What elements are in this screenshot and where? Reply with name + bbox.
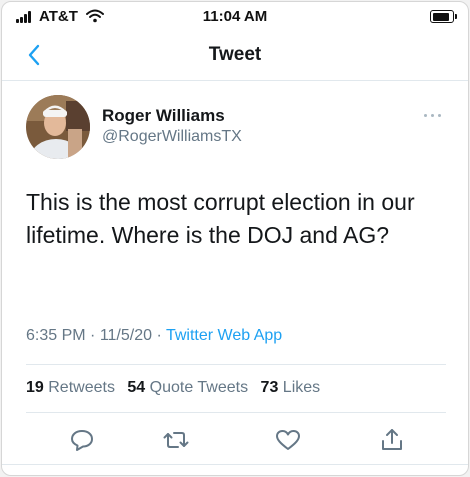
retweet-icon[interactable] [162,426,190,454]
quote-tweets-label[interactable]: Quote Tweets [150,379,248,396]
likes-label[interactable]: Likes [283,379,320,396]
share-icon[interactable] [378,426,406,454]
battery-icon [430,10,457,23]
phone-screen: AT&T 11:04 AM Tweet Roger Williams @Roge… [1,1,469,476]
tweet-date: 11/5/20 [99,327,153,344]
reply-icon[interactable] [68,426,96,454]
quote-tweets-count[interactable]: 54 [127,379,145,396]
retweets-label[interactable]: Retweets [48,379,115,396]
divider [26,364,446,365]
author-name[interactable]: Roger Williams [102,106,225,126]
status-bar: AT&T 11:04 AM [2,2,468,32]
status-time: 11:04 AM [202,8,268,25]
author-handle[interactable]: @RogerWilliamsTX [102,128,242,146]
retweets-count[interactable]: 19 [26,379,44,396]
avatar[interactable] [26,95,90,159]
like-icon[interactable] [274,426,302,454]
meta-separator: · [152,327,166,344]
tweet-actions [2,426,468,456]
tweet-meta: 6:35 PM · 11/5/20 · Twitter Web App [26,327,282,345]
divider [2,464,468,465]
divider [26,412,446,413]
more-icon[interactable] [422,112,444,120]
navigation-bar: Tweet [2,32,468,81]
tweet-text: This is the most corrupt election in our… [26,189,415,248]
likes-count[interactable]: 73 [261,379,279,396]
tweet-time: 6:35 PM [26,327,86,344]
tweet-source-link[interactable]: Twitter Web App [166,327,282,344]
page-title: Tweet [208,44,262,65]
meta-separator: · [85,327,100,344]
battery-level-fill [432,12,449,21]
tweet-stats: 19 Retweets 54 Quote Tweets 73 Likes [26,379,320,397]
